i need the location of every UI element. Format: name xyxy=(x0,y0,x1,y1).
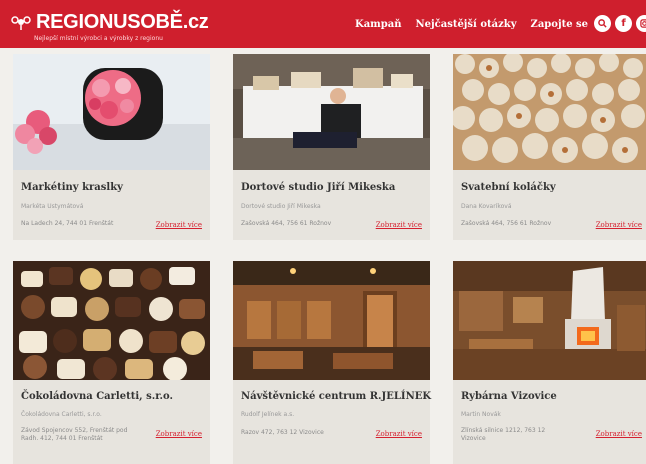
show-more-link[interactable]: Zobrazit více xyxy=(376,221,422,229)
card-title: Svatební koláčky xyxy=(461,182,556,193)
producer-card[interactable]: Dortové studio Jiří Mikeska Dortové stud… xyxy=(233,54,430,240)
card-title: Dortové studio Jiří Mikeska xyxy=(241,182,396,193)
logo-subtitle: Nejlepší místní výrobci a výrobky z regi… xyxy=(34,35,163,42)
social-icons: f xyxy=(594,15,646,32)
card-address: Závod Spojencov 552, Frenštát pod Radh. … xyxy=(21,427,128,442)
producer-card[interactable]: Svatební koláčky Dana Kovaríková Zašovsk… xyxy=(453,54,646,240)
card-title: Čokoládovna Carletti, s.r.o. xyxy=(21,391,173,402)
producer-card[interactable]: Rybárna Vizovice Martin Novák Zlínská si… xyxy=(453,261,646,464)
card-image-flowers xyxy=(13,54,210,170)
logo-text: REGIONUSOBĚ.cz xyxy=(36,11,209,33)
show-more-link[interactable]: Zobrazit více xyxy=(596,221,642,229)
card-subtitle: Martin Novák xyxy=(461,411,501,418)
card-image-cake-studio xyxy=(233,54,430,170)
main-nav: Kampaň Nejčastější otázky Zapojte se xyxy=(355,0,602,48)
card-address: Zlínská silnice 1212, 763 12 Vizovice xyxy=(461,427,546,442)
card-subtitle: Dana Kovaríková xyxy=(461,203,512,210)
logo-flower-icon xyxy=(10,13,32,31)
instagram-icon[interactable] xyxy=(636,15,646,32)
nav-link-kampan[interactable]: Kampaň xyxy=(355,19,402,30)
nav-link-join[interactable]: Zapojte se xyxy=(531,19,589,30)
card-image-chocolates xyxy=(13,261,210,380)
card-title: Rybárna Vizovice xyxy=(461,391,557,402)
card-subtitle: Rudolf Jelínek a.s. xyxy=(241,411,295,418)
card-image-fishery xyxy=(453,261,646,380)
card-title: Návštěvnické centrum R.JELÍNEK xyxy=(241,391,432,402)
search-icon[interactable] xyxy=(594,15,611,32)
nav-link-faq[interactable]: Nejčastější otázky xyxy=(416,19,517,30)
card-address: Razov 472, 763 12 Vizovice xyxy=(241,429,324,436)
show-more-link[interactable]: Zobrazit více xyxy=(156,221,202,229)
show-more-link[interactable]: Zobrazit více xyxy=(156,430,202,438)
card-subtitle: Čokoládovna Carletti, s.r.o. xyxy=(21,411,102,418)
producer-card[interactable]: Návštěvnické centrum R.JELÍNEK Rudolf Je… xyxy=(233,261,432,464)
card-address: Zašovská 464, 756 61 Rožnov xyxy=(461,220,552,227)
site-logo[interactable]: REGIONUSOBĚ.cz xyxy=(10,12,209,32)
card-subtitle: Dortové studio Jiří Mikeska xyxy=(241,203,321,210)
card-image-kolacky xyxy=(453,54,646,170)
show-more-link[interactable]: Zobrazit více xyxy=(596,430,642,438)
card-address: Zašovská 464, 756 61 Rožnov xyxy=(241,220,332,227)
top-navigation-bar: REGIONUSOBĚ.cz Nejlepší místní výrobci a… xyxy=(0,0,646,48)
card-image-visitor-centre xyxy=(233,261,430,380)
producer-card[interactable]: Markétiny kraslky Markéta Ustymátová Na … xyxy=(13,54,210,240)
card-title: Markétiny kraslky xyxy=(21,182,123,193)
card-subtitle: Markéta Ustymátová xyxy=(21,203,84,210)
producer-card[interactable]: Čokoládovna Carletti, s.r.o. Čokoládovna… xyxy=(13,261,210,464)
facebook-icon[interactable]: f xyxy=(615,15,632,32)
card-address: Na Ladech 24, 744 01 Frenštát xyxy=(21,220,114,227)
show-more-link[interactable]: Zobrazit více xyxy=(376,430,422,438)
